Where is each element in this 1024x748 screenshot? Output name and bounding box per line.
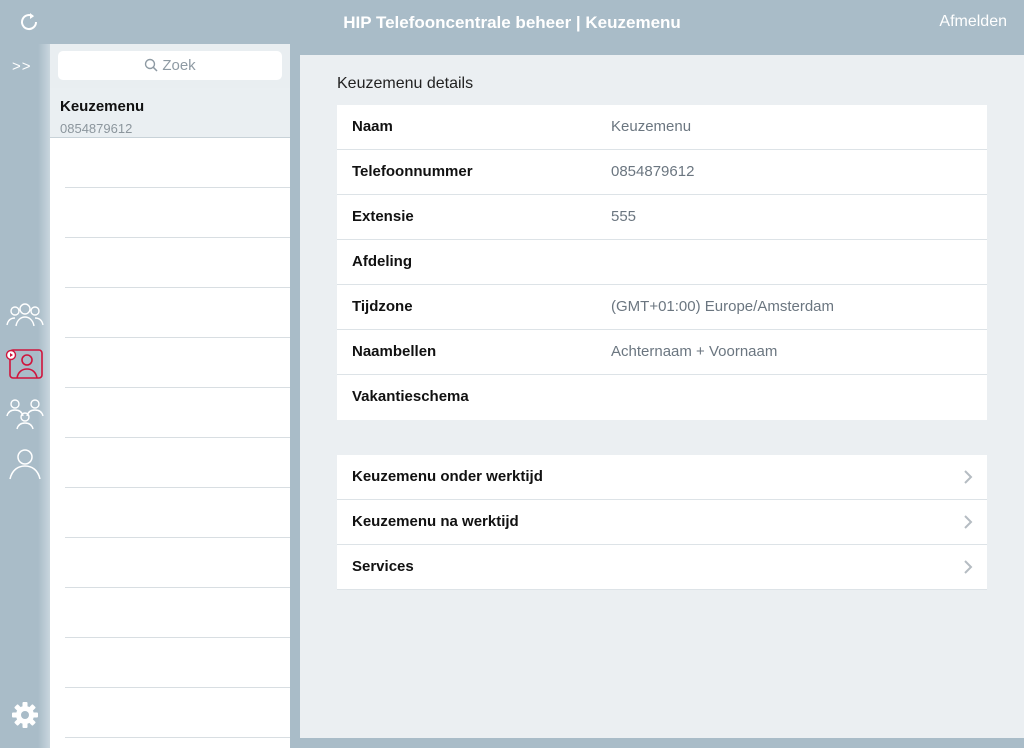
logout-button[interactable]: Afmelden [939, 13, 1007, 31]
detail-row-tijdzone: Tijdzone (GMT+01:00) Europe/Amsterdam [337, 285, 987, 330]
detail-value: Achternaam + Voornaam [611, 343, 778, 360]
page-title: HIP Telefooncentrale beheer | Keuzemenu [343, 13, 681, 32]
empty-list-row [65, 488, 290, 538]
empty-list-row [65, 438, 290, 488]
ivr-menu-icon[interactable] [4, 345, 46, 383]
empty-list-row [65, 188, 290, 238]
search-input[interactable]: Zoek [58, 51, 282, 80]
empty-list-row [65, 238, 290, 288]
detail-value: 555 [611, 208, 637, 225]
link-services[interactable]: Services [337, 545, 987, 590]
users-group-icon[interactable] [4, 296, 46, 334]
search-bar: Zoek [50, 44, 290, 88]
empty-list-row [65, 288, 290, 338]
link-keuzemenu-onder-werktijd[interactable]: Keuzemenu onder werktijd [337, 455, 987, 500]
detail-row-naambellen: Naambellen Achternaam + Voornaam [337, 330, 987, 375]
detail-value: (GMT+01:00) Europe/Amsterdam [611, 298, 835, 315]
chevron-right-icon [964, 560, 973, 574]
hunt-group-icon[interactable] [4, 394, 46, 432]
chevron-right-icon [964, 470, 973, 484]
detail-label: Extensie [352, 208, 414, 225]
empty-list-row [65, 638, 290, 688]
empty-list-row [65, 538, 290, 588]
list-pane: Zoek Keuzemenu 0854879612 [50, 44, 290, 748]
sidebar-rail: >> [0, 44, 50, 748]
link-keuzemenu-na-werktijd[interactable]: Keuzemenu na werktijd [337, 500, 987, 545]
links-card: Keuzemenu onder werktijd Keuzemenu na we… [337, 455, 987, 590]
detail-label: Tijdzone [352, 298, 413, 315]
empty-list-row [65, 688, 290, 738]
empty-list-row [65, 138, 290, 188]
empty-list-row [65, 588, 290, 638]
pane-divider [290, 44, 300, 748]
detail-value: 0854879612 [611, 163, 695, 180]
expand-sidebar-button[interactable]: >> [12, 58, 32, 75]
empty-list-row [65, 338, 290, 388]
link-label: Keuzemenu na werktijd [352, 513, 519, 530]
chevron-right-icon [964, 515, 973, 529]
user-icon[interactable] [4, 445, 46, 483]
search-icon [145, 58, 158, 72]
detail-value: Keuzemenu [611, 118, 692, 135]
detail-row-vakantieschema: Vakantieschema [337, 375, 987, 420]
link-label: Keuzemenu onder werktijd [352, 468, 543, 485]
section-title: Keuzemenu details [337, 75, 474, 92]
detail-row-extensie: Extensie 555 [337, 195, 987, 240]
link-label: Services [352, 558, 414, 575]
list-item-number: 0854879612 [60, 121, 133, 136]
detail-label: Telefoonnummer [352, 163, 473, 180]
details-card: Naam Keuzemenu Telefoonnummer 0854879612… [337, 105, 987, 420]
detail-label: Afdeling [352, 253, 412, 270]
detail-pane: Keuzemenu details Naam Keuzemenu Telefoo… [300, 55, 1024, 738]
detail-row-afdeling: Afdeling [337, 240, 987, 285]
top-bar: HIP Telefooncentrale beheer | Keuzemenu … [0, 0, 1024, 44]
gear-icon[interactable] [4, 696, 46, 734]
detail-label: Naambellen [352, 343, 437, 360]
detail-label: Vakantieschema [352, 388, 469, 405]
detail-label: Naam [352, 118, 393, 135]
detail-row-telefoonnummer: Telefoonnummer 0854879612 [337, 150, 987, 195]
empty-list-row [65, 388, 290, 438]
list-item-name: Keuzemenu [60, 98, 145, 115]
list-item[interactable]: Keuzemenu 0854879612 [50, 88, 290, 138]
detail-row-naam: Naam Keuzemenu [337, 105, 987, 150]
search-placeholder: Zoek [162, 57, 196, 74]
